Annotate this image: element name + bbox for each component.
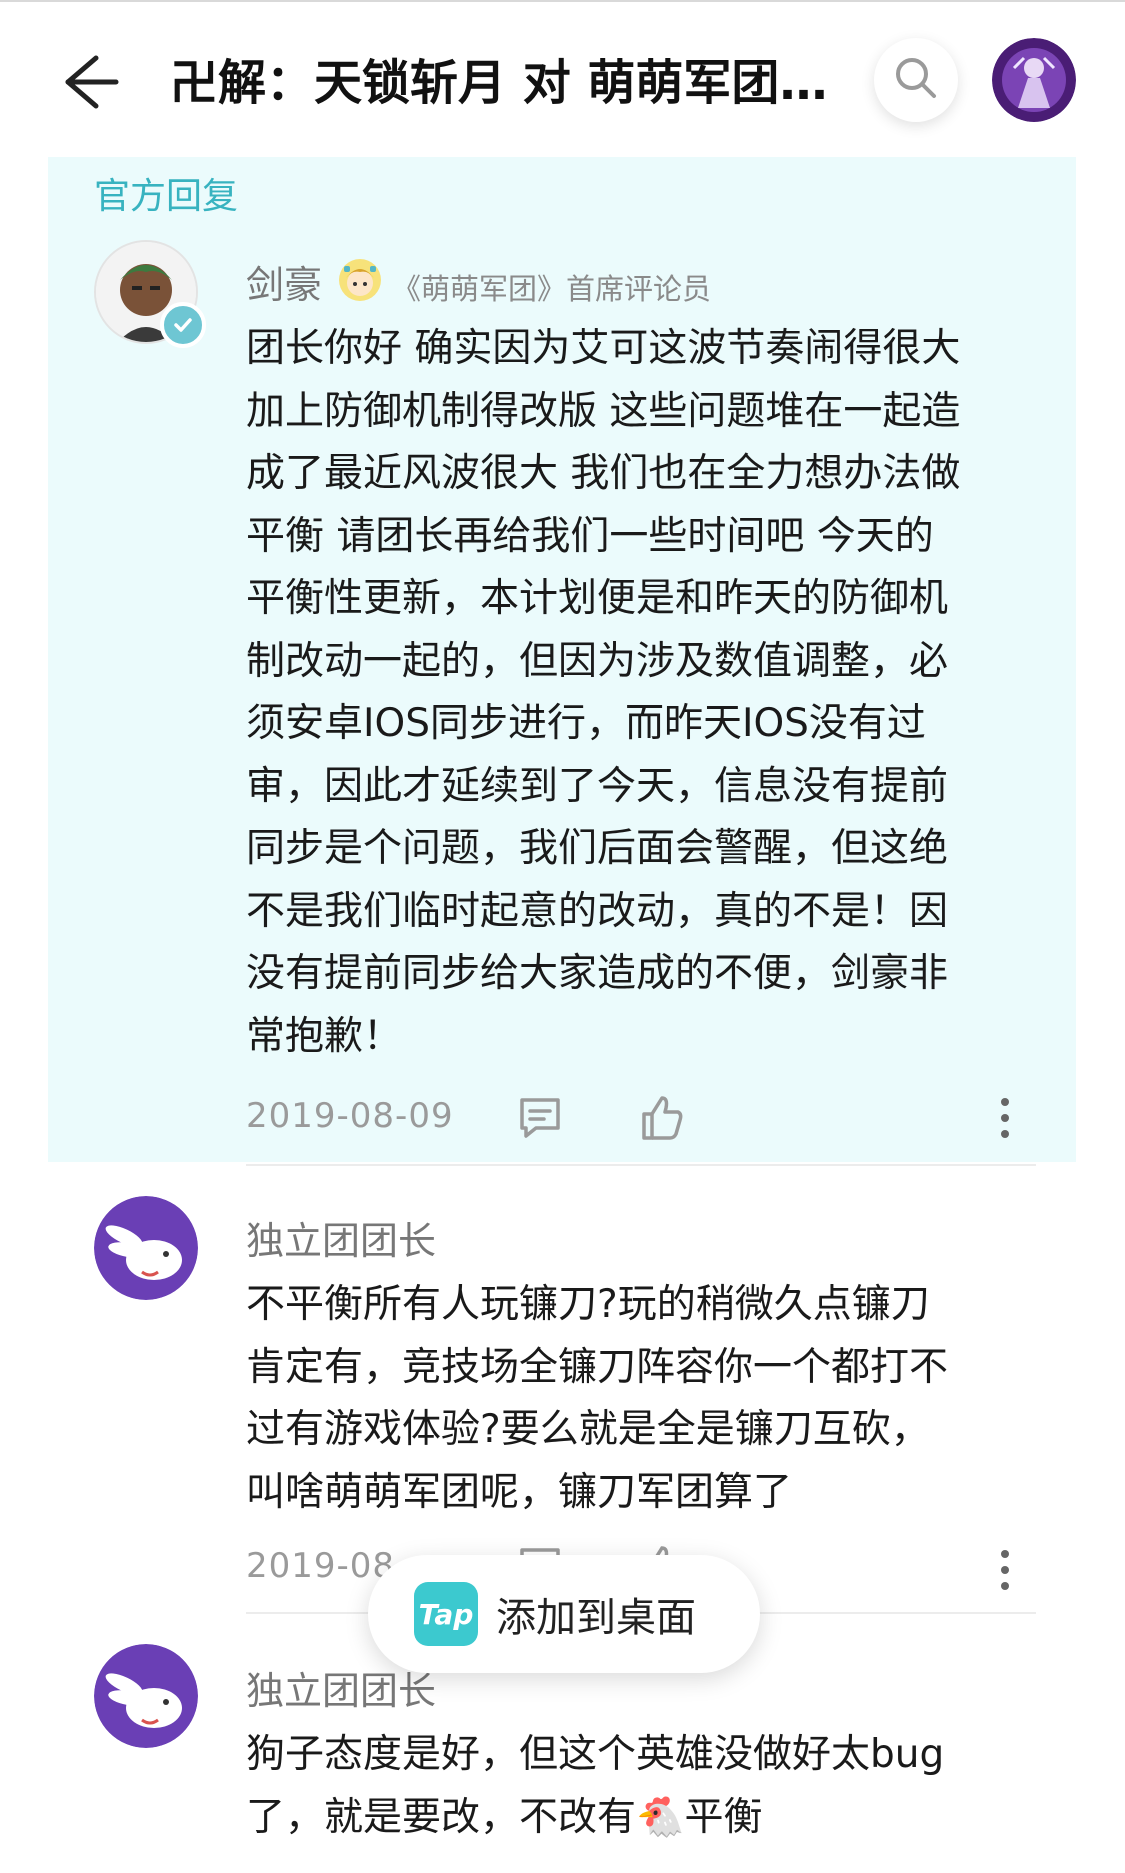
body-line: 平衡 请团长再给我们一些时间吧 今天的 xyxy=(246,513,934,559)
verified-badge-icon xyxy=(160,302,206,348)
search-button[interactable] xyxy=(874,38,958,122)
official-reply-label: 官方回复 xyxy=(94,176,239,217)
search-icon xyxy=(892,54,940,106)
body-line: 不平衡所有人玩镰刀?玩的稍微久点镰刀 xyxy=(246,1282,930,1327)
reply-body: 不平衡所有人玩镰刀?玩的稍微久点镰刀 肯定有，竞技场全镰刀阵容你一个都打不 过有… xyxy=(246,1274,948,1524)
body-line: 了，就是要改，不改有🐔平衡 xyxy=(246,1794,763,1840)
commenter-name[interactable]: 独立团团长 xyxy=(246,1210,436,1265)
comment-divider xyxy=(246,1164,1036,1166)
body-line: 审，因此才延续到了今天，信息没有提前 xyxy=(246,763,949,809)
body-line: 制改动一起的，但因为涉及数值调整，必 xyxy=(246,638,949,684)
body-line: 平衡性更新，本计划便是和昨天的防御机 xyxy=(246,576,949,621)
body-line: 常抱歉！ xyxy=(246,1013,403,1059)
comment-date: 2019-08-09 xyxy=(246,1096,454,1136)
comment-date: 2019-08 xyxy=(246,1546,396,1586)
comment-icon[interactable] xyxy=(516,1094,564,1142)
body-line: 叫啥萌萌军团呢，镰刀军团算了 xyxy=(246,1469,793,1515)
body-line: 没有提前同步给大家造成的不便，剑豪非 xyxy=(246,951,949,996)
commenter-avatar[interactable] xyxy=(94,1196,198,1300)
commenter-avatar[interactable] xyxy=(94,1644,198,1748)
page-title: 卍解：天锁斩月 对 萌萌军团：... xyxy=(170,55,870,111)
more-options-icon[interactable] xyxy=(998,1546,1012,1594)
body-line: 成了最近风波很大 我们也在全力想办法做 xyxy=(246,451,961,496)
official-reply-body: 团长你好 确实因为艾可这波节奏闹得很大 加上防御机制得改版 这些问题堆在一起造 … xyxy=(246,318,960,1068)
body-line: 同步是个问题，我们后面会警醒，但这绝 xyxy=(246,826,949,871)
body-line: 不是我们临时起意的改动，真的不是！因 xyxy=(246,888,949,934)
game-character-badge-icon xyxy=(338,258,382,302)
header-bar: 卍解：天锁斩月 对 萌萌军团：... xyxy=(0,2,1125,152)
tap-logo: Tap xyxy=(414,1582,478,1646)
body-line: 加上防御机制得改版 这些问题堆在一起造 xyxy=(246,388,961,434)
body-line: 团长你好 确实因为艾可这波节奏闹得很大 xyxy=(246,326,961,371)
body-line: 过有游戏体验?要么就是全是镰刀互砍， xyxy=(246,1407,930,1452)
user-avatar[interactable] xyxy=(992,38,1076,122)
more-options-icon[interactable] xyxy=(998,1094,1012,1142)
body-line: 狗子态度是好，但这个英雄没做好太bug xyxy=(246,1732,945,1777)
add-to-desktop-label: 添加到桌面 xyxy=(496,1595,696,1641)
commenter-title-badge: 《萌萌军团》首席评论员 xyxy=(392,272,712,306)
commenter-name[interactable]: 剑豪 xyxy=(246,254,322,309)
reply-body: 狗子态度是好，但这个英雄没做好太bug 了，就是要改，不改有🐔平衡 xyxy=(246,1724,944,1849)
add-to-desktop-toast[interactable]: Tap 添加到桌面 xyxy=(368,1555,760,1673)
body-line: 须安卓IOS同步进行，而昨天IOS没有过 xyxy=(246,701,926,746)
body-line: 肯定有，竞技场全镰刀阵容你一个都打不 xyxy=(246,1344,949,1390)
back-arrow-icon[interactable] xyxy=(56,50,120,114)
thumbs-up-icon[interactable] xyxy=(638,1094,686,1142)
